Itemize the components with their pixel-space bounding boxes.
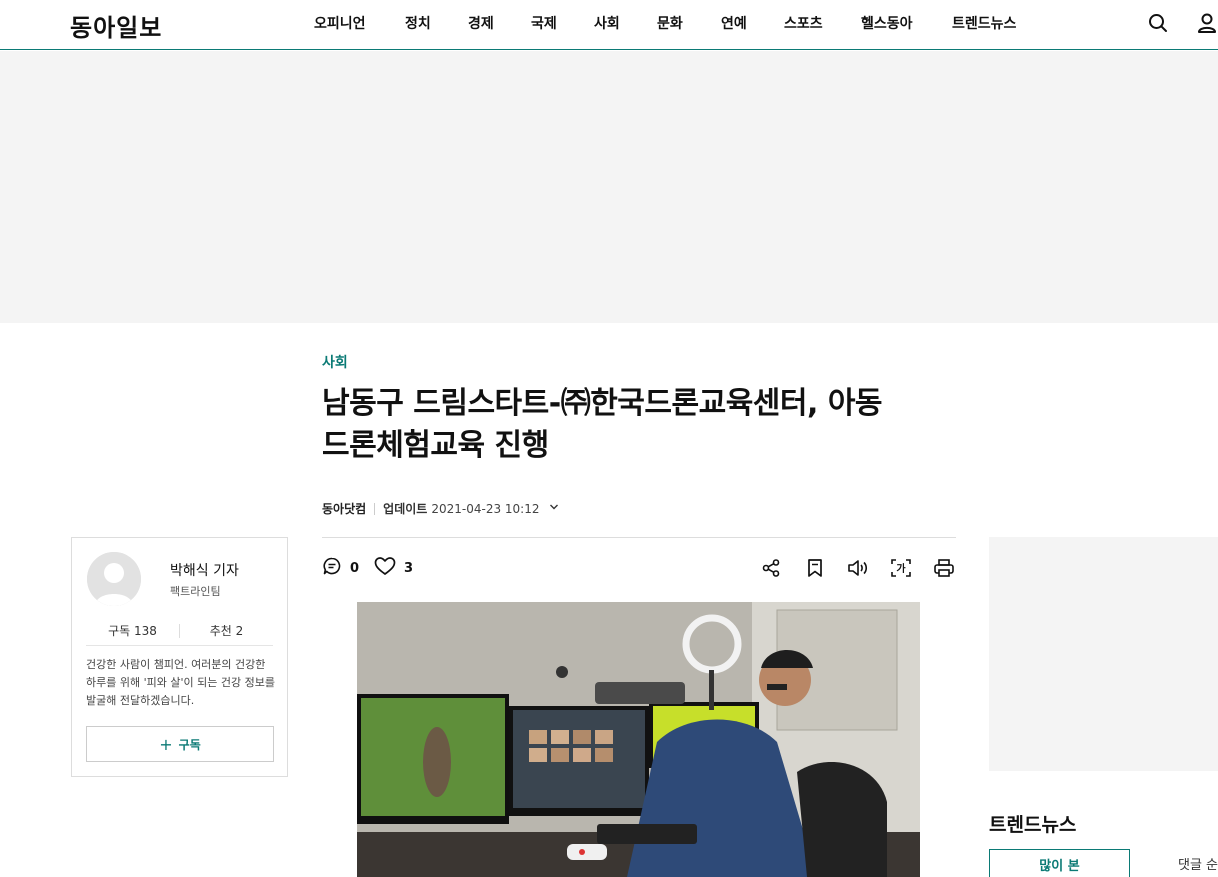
speaker-icon[interactable] bbox=[847, 557, 869, 579]
nav-item-opinion[interactable]: 오피니언 bbox=[314, 13, 366, 33]
updated-label: 업데이트 bbox=[383, 502, 428, 516]
sidebar-ad bbox=[989, 537, 1218, 771]
nav-item-trend-news[interactable]: 트렌드뉴스 bbox=[952, 13, 1016, 33]
reporter-name[interactable]: 박해식 기자 bbox=[170, 560, 239, 580]
nav-item-international[interactable]: 국제 bbox=[531, 13, 557, 33]
nav-item-society[interactable]: 사회 bbox=[594, 13, 620, 33]
byline-separator bbox=[374, 502, 376, 515]
tab-most-viewed[interactable]: 많이 본 bbox=[989, 849, 1130, 877]
reporter-team: 팩트라인팀 bbox=[170, 585, 221, 598]
print-icon[interactable] bbox=[933, 557, 955, 579]
article-photo[interactable] bbox=[357, 602, 920, 877]
reporter-avatar[interactable] bbox=[87, 552, 141, 606]
recommend-count: 추천 2 bbox=[209, 624, 244, 638]
nav-item-health[interactable]: 헬스동아 bbox=[861, 13, 913, 33]
like-count: 3 bbox=[404, 560, 414, 576]
article-headline: 남동구 드림스타트-㈜한국드론교육센터, 아동 드론체험교육 진행 bbox=[322, 383, 962, 467]
bookmark-icon[interactable] bbox=[805, 557, 825, 579]
article-section[interactable]: 사회 bbox=[322, 352, 348, 372]
plus-icon: + bbox=[159, 734, 173, 754]
article-source: 동아닷컴 bbox=[322, 502, 367, 516]
site-header: 동아일보 오피니언 정치 경제 국제 사회 문화 연예 스포츠 헬스동아 트렌드… bbox=[0, 0, 1218, 50]
reporter-stats: 구독 138 추천 2 bbox=[86, 616, 273, 646]
nav-item-economy[interactable]: 경제 bbox=[468, 13, 494, 33]
subscriber-count: 구독 138 bbox=[108, 624, 157, 638]
user-icon[interactable] bbox=[1196, 12, 1218, 34]
headline-line-1: 남동구 드림스타트-㈜한국드론교육센터, 아동 bbox=[322, 386, 883, 421]
main-nav: 오피니언 정치 경제 국제 사회 문화 연예 스포츠 헬스동아 트렌드뉴스 bbox=[0, 0, 1218, 50]
subscribe-label: 구독 bbox=[178, 737, 201, 752]
tab-most-commented[interactable]: 댓글 순 bbox=[1130, 849, 1218, 877]
heart-icon bbox=[374, 556, 396, 580]
nav-item-culture[interactable]: 문화 bbox=[657, 13, 683, 33]
comment-icon bbox=[322, 556, 342, 580]
ad-banner bbox=[0, 51, 1218, 323]
comment-count: 0 bbox=[350, 560, 360, 576]
updated-time: 2021-04-23 10:12 bbox=[431, 501, 540, 516]
svg-text:가: 가 bbox=[896, 562, 906, 575]
subscribe-button[interactable]: + 구독 bbox=[86, 726, 274, 762]
like-button[interactable]: 3 bbox=[374, 557, 413, 579]
chevron-down-icon[interactable] bbox=[549, 503, 559, 514]
nav-item-entertainment[interactable]: 연예 bbox=[721, 13, 747, 33]
header-divider bbox=[322, 537, 956, 538]
headline-line-2: 드론체험교육 진행 bbox=[322, 428, 549, 463]
article-byline: 동아닷컴 업데이트 2021-04-23 10:12 bbox=[322, 500, 559, 517]
nav-item-sports[interactable]: 스포츠 bbox=[784, 13, 823, 33]
reporter-card: 박해식 기자 팩트라인팀 구독 138 추천 2 건강한 사람이 챔피언. 여러… bbox=[71, 537, 288, 777]
search-icon[interactable] bbox=[1147, 12, 1169, 34]
reporter-description: 건강한 사람이 챔피언. 여러분의 건강한 하루를 위해 '피와 살'이 되는 … bbox=[86, 658, 275, 707]
trend-news-title: 트렌드뉴스 bbox=[989, 814, 1077, 836]
nav-item-politics[interactable]: 정치 bbox=[405, 13, 431, 33]
text-size-icon[interactable]: 가 bbox=[890, 557, 912, 579]
comment-button[interactable]: 0 bbox=[322, 557, 359, 579]
share-icon[interactable] bbox=[761, 557, 781, 579]
